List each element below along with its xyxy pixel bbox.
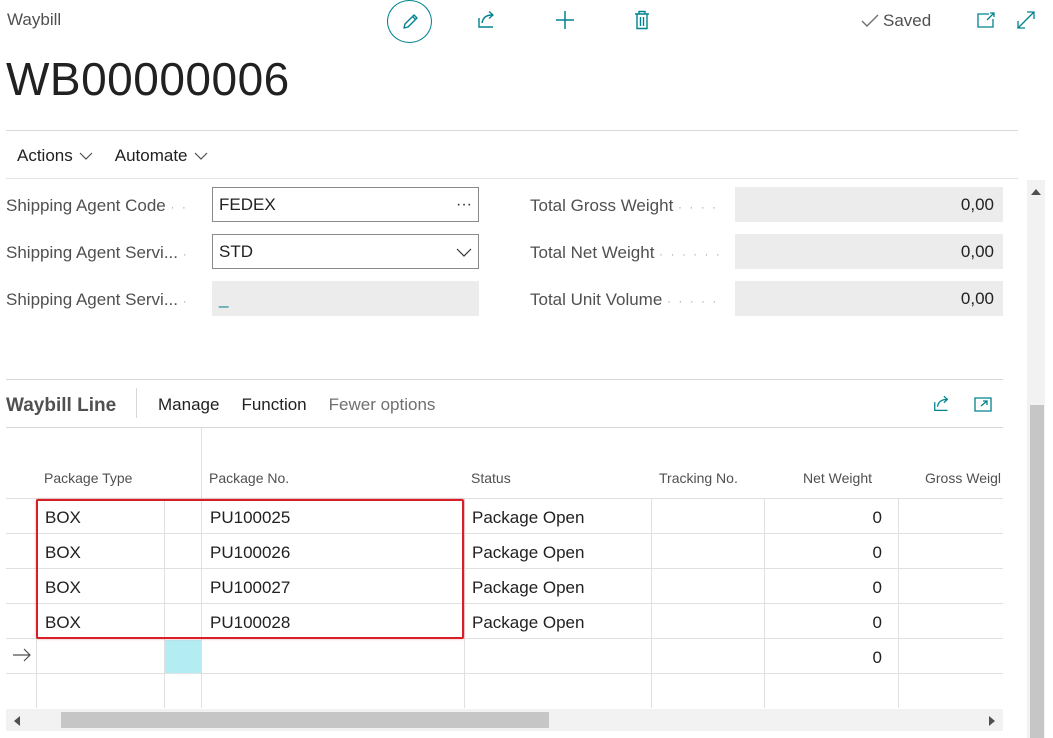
net-weight-cell[interactable]: 0 [873, 543, 882, 563]
divider [6, 379, 1003, 380]
trash-icon [635, 10, 649, 30]
open-in-new-window-icon [974, 397, 992, 412]
expand-icon [1017, 11, 1035, 29]
open-new-window-button[interactable] [975, 10, 997, 30]
lookup-ellipsis-icon[interactable]: ··· [456, 196, 472, 214]
horizontal-scrollbar-thumb[interactable] [61, 712, 549, 728]
highlight-annotation-box [36, 499, 464, 639]
field-label-total-unit-volume: Total Unit Volume · · · · · [530, 290, 718, 310]
action-bar: Actions Automate [17, 146, 208, 166]
share-icon [478, 10, 494, 28]
field-label-shipping-agent-code: Shipping Agent Code · · [6, 196, 188, 216]
divider [6, 130, 1018, 131]
actions-menu[interactable]: Actions [17, 146, 93, 166]
actions-menu-label: Actions [17, 146, 73, 165]
chevron-down-icon [456, 248, 472, 257]
status-cell[interactable]: Package Open [472, 508, 584, 528]
shipping-agent-code-field[interactable]: FEDEX ··· [212, 187, 479, 222]
total-gross-weight-value: 0,00 [735, 187, 1003, 222]
field-label-text: Shipping Agent Servi... [6, 243, 179, 262]
status-cell[interactable]: Package Open [472, 613, 584, 633]
label-dots: · · [170, 200, 188, 214]
net-weight-cell[interactable]: 0 [873, 578, 882, 598]
field-label-shipping-agent-service: Shipping Agent Servi... · [6, 243, 189, 263]
pencil-icon [402, 13, 418, 29]
field-label-text: Shipping Agent Servi... [6, 290, 179, 309]
field-label-total-gross-weight: Total Gross Weight · · · · [530, 196, 718, 216]
chevron-down-icon [194, 152, 207, 160]
field-label-text: Total Gross Weight [530, 196, 674, 215]
status-cell[interactable]: Package Open [472, 578, 584, 598]
net-weight-cell[interactable]: 0 [873, 508, 882, 528]
table-row-new[interactable]: 0 [0, 648, 1003, 678]
column-header-gross-weight[interactable]: Gross Weigl [925, 470, 1003, 486]
shipping-agent-code-value: FEDEX [219, 194, 276, 214]
field-label-text: Total Net Weight [530, 243, 655, 262]
status-cell[interactable]: Package Open [472, 543, 584, 563]
column-header-status[interactable]: Status [471, 470, 511, 486]
new-button[interactable] [553, 8, 577, 32]
expand-button[interactable] [1015, 10, 1037, 30]
share-button[interactable] [475, 8, 499, 32]
page-caption: Waybill [7, 10, 62, 29]
net-weight-cell[interactable]: 0 [873, 648, 882, 668]
column-header-package-no[interactable]: Package No. [209, 470, 289, 486]
waybill-line-title: Waybill Line [6, 395, 117, 416]
shipping-agent-service-readonly-field: _ [212, 281, 479, 316]
column-header-package-type[interactable]: Package Type [44, 470, 132, 486]
column-header-net-weight[interactable]: Net Weight [803, 470, 872, 486]
scroll-left-arrow-icon[interactable] [12, 714, 22, 732]
field-label-text: Total Unit Volume [530, 290, 663, 309]
edit-button[interactable] [387, 0, 432, 43]
vertical-scrollbar-thumb[interactable] [1030, 405, 1044, 738]
plus-icon [556, 11, 574, 29]
field-label-text: Shipping Agent Code [6, 196, 166, 215]
divider [136, 388, 137, 418]
waybill-line-menu: Manage Function Fewer options [158, 395, 435, 415]
net-weight-cell[interactable]: 0 [873, 613, 882, 633]
lines-open-button[interactable] [972, 394, 994, 414]
label-dots: · [182, 247, 189, 261]
scroll-right-arrow-icon[interactable] [987, 714, 997, 732]
label-dots: · · · · · · [659, 247, 722, 261]
label-dots: · [182, 294, 189, 308]
share-icon [934, 395, 949, 411]
function-menu[interactable]: Function [241, 395, 306, 415]
manage-menu[interactable]: Manage [158, 395, 219, 415]
scroll-up-arrow-icon[interactable] [1030, 184, 1042, 195]
shipping-agent-service-dropdown[interactable]: STD [212, 234, 479, 269]
field-label-shipping-agent-service-2: Shipping Agent Servi... · [6, 290, 189, 310]
divider [6, 178, 1018, 179]
total-net-weight-value: 0,00 [735, 234, 1003, 269]
label-dots: · · · · [678, 200, 719, 214]
lines-share-button[interactable] [931, 394, 953, 414]
delete-button[interactable] [630, 8, 654, 32]
total-unit-volume-value: 0,00 [735, 281, 1003, 316]
saved-label: Saved [883, 11, 932, 30]
column-header-tracking-no[interactable]: Tracking No. [659, 470, 738, 486]
label-dots: · · · · · [667, 294, 719, 308]
checkmark-icon [861, 14, 879, 27]
shipping-agent-service-readonly-value: _ [219, 288, 229, 308]
automate-menu[interactable]: Automate [115, 146, 208, 166]
automate-menu-label: Automate [114, 146, 188, 165]
chevron-down-icon [79, 152, 93, 160]
field-label-total-net-weight: Total Net Weight · · · · · · [530, 243, 722, 263]
open-in-new-window-icon [977, 12, 995, 28]
fewer-options-link[interactable]: Fewer options [329, 395, 436, 415]
page-title: WB00000006 [6, 53, 290, 105]
divider [6, 427, 1003, 428]
saved-status: Saved [861, 11, 931, 31]
shipping-agent-service-value: STD [219, 241, 253, 261]
